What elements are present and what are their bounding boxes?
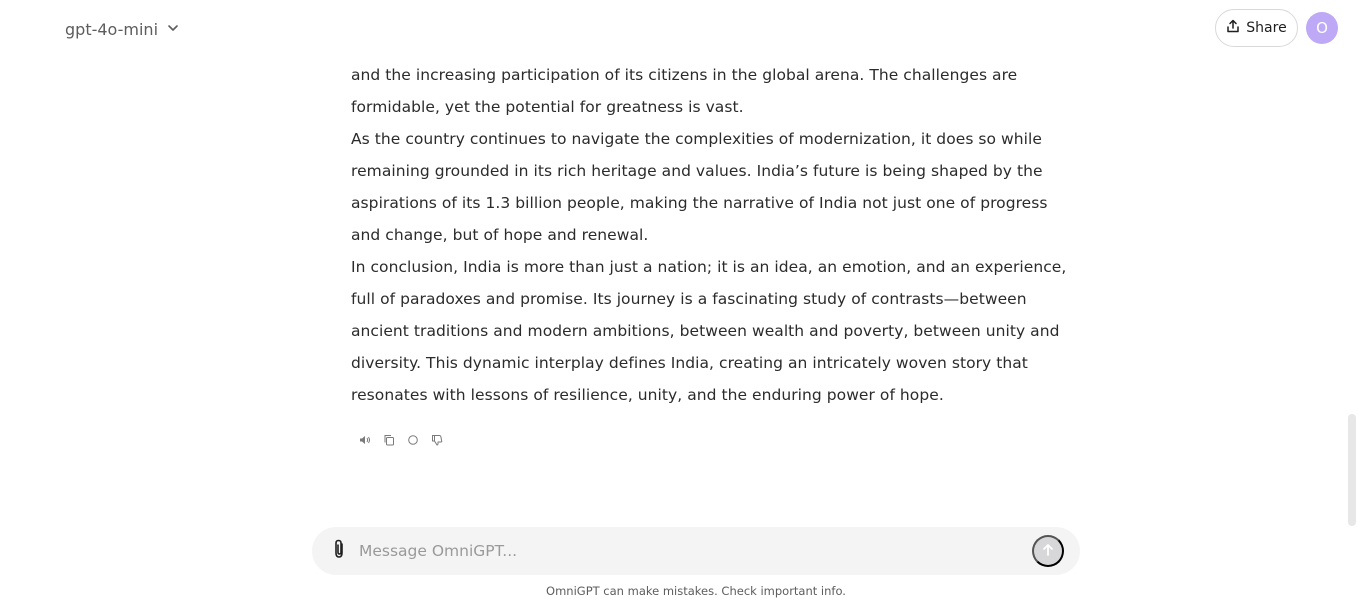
message-actions: [358, 432, 444, 448]
message-input[interactable]: [359, 537, 1019, 565]
thumbs-down-icon: [431, 431, 443, 450]
regenerate-icon: [407, 431, 419, 450]
share-label: Share: [1246, 20, 1287, 36]
message-paragraph: As the country continues to navigate the…: [351, 130, 1048, 244]
message-paragraph: and the increasing participation of its …: [351, 66, 1018, 116]
paperclip-icon: [330, 538, 348, 564]
thumbs-down-button[interactable]: [430, 432, 444, 448]
avatar[interactable]: O: [1306, 12, 1338, 44]
message-paragraph: In conclusion, India is more than just a…: [351, 258, 1067, 404]
chevron-down-icon: [166, 20, 180, 39]
read-aloud-button[interactable]: [358, 432, 372, 448]
chat-app: gpt-4o-mini Share O and the increasing p…: [0, 0, 1358, 607]
regenerate-button[interactable]: [406, 432, 420, 448]
model-name: gpt-4o-mini: [65, 19, 159, 39]
share-button[interactable]: Share: [1215, 9, 1298, 47]
attach-button[interactable]: [328, 539, 350, 563]
disclaimer-text: OmniGPT can make mistakes. Check importa…: [546, 584, 846, 598]
message-composer: [312, 527, 1080, 575]
assistant-message: and the increasing participation of its …: [351, 59, 1081, 411]
speaker-icon: [359, 431, 371, 450]
share-icon: [1226, 19, 1240, 37]
model-selector[interactable]: gpt-4o-mini: [65, 17, 180, 41]
scrollbar-thumb[interactable]: [1348, 414, 1356, 526]
copy-button[interactable]: [382, 432, 396, 448]
copy-icon: [383, 431, 395, 450]
send-button[interactable]: [1032, 535, 1064, 567]
arrow-up-icon: [1041, 543, 1055, 560]
avatar-initial: O: [1316, 19, 1328, 37]
